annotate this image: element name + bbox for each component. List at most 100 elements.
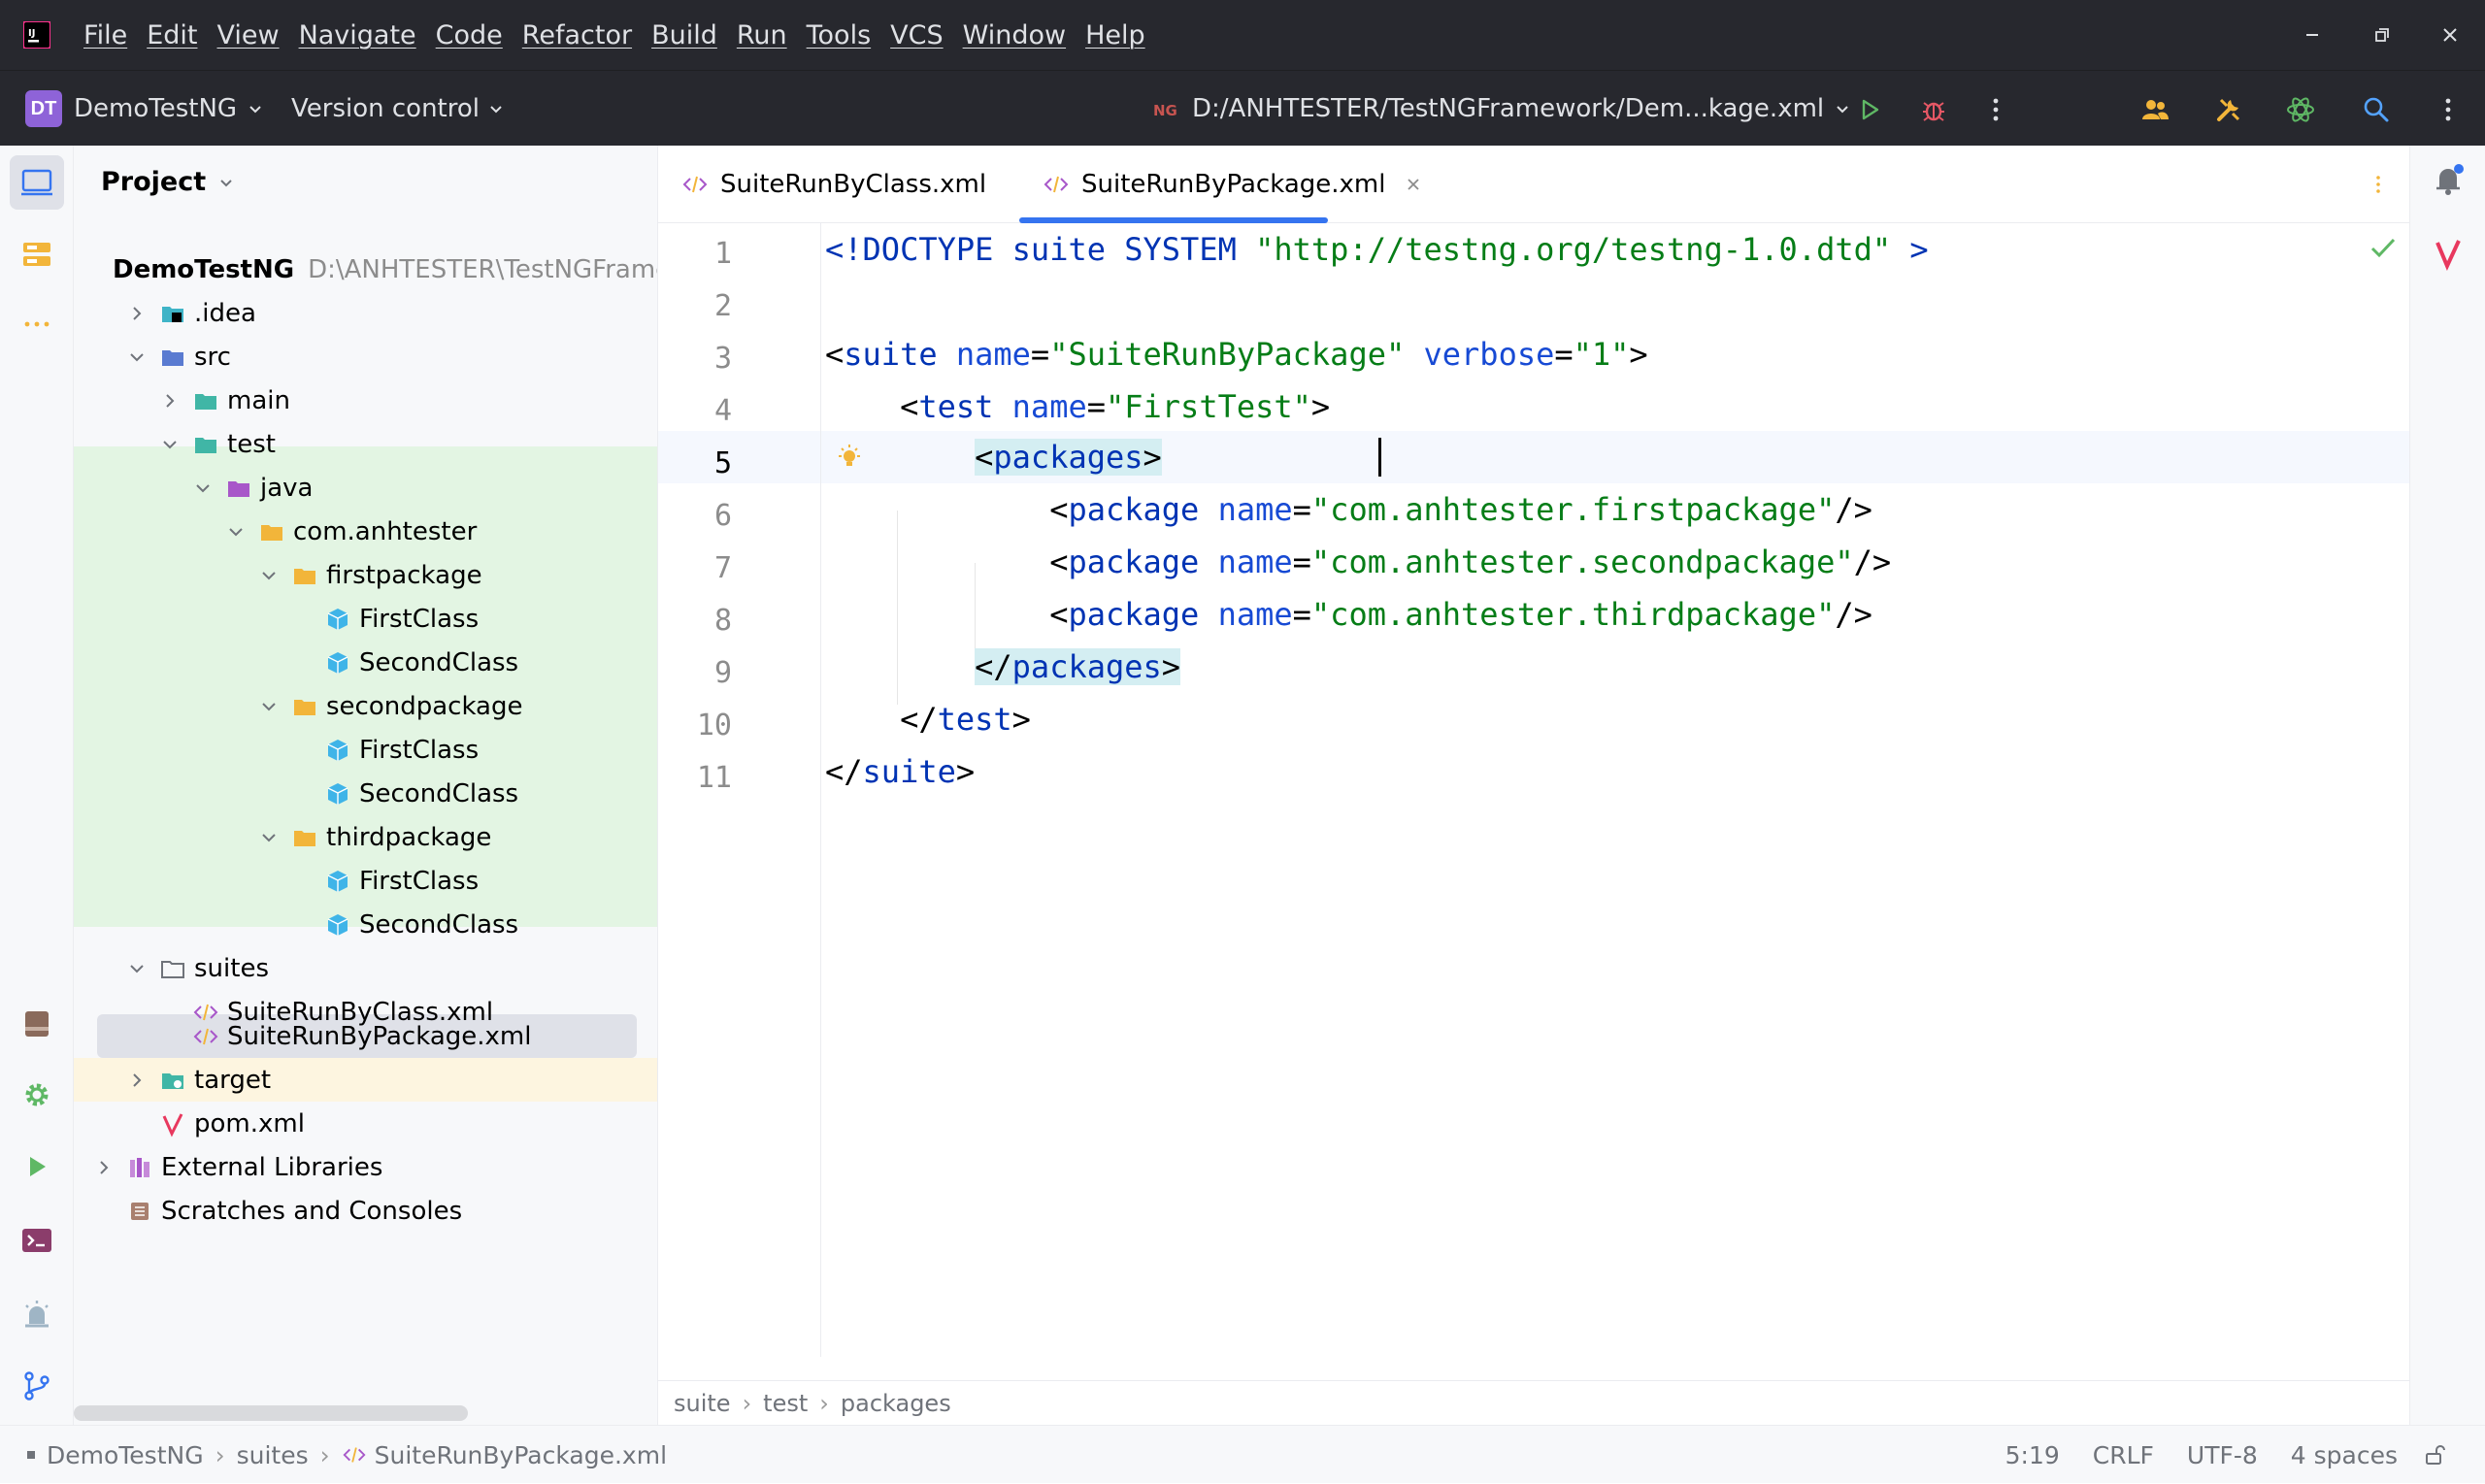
chevron-down-icon[interactable] [258, 696, 280, 717]
structure-tool-icon[interactable] [17, 235, 56, 274]
chevron-down-icon[interactable] [159, 434, 181, 455]
more-tools-icon[interactable] [17, 305, 56, 344]
tree-item-pom[interactable]: pom.xml [74, 1102, 657, 1145]
ai-assistant-icon[interactable] [2285, 94, 2316, 125]
menu-run[interactable]: Run [737, 20, 787, 50]
settings-menu-icon[interactable] [2433, 94, 2464, 125]
project-tool-icon[interactable] [17, 163, 56, 202]
breadcrumb-item[interactable]: packages [841, 1390, 951, 1417]
tree-item-src[interactable]: src [74, 335, 657, 379]
code-line[interactable]: <test name="FirstTest"> [825, 380, 1330, 433]
breadcrumb-item[interactable]: suite [674, 1390, 731, 1417]
debug-icon[interactable] [1918, 94, 1949, 125]
chevron-down-icon[interactable] [126, 958, 148, 979]
tree-item-class[interactable]: FirstClass [74, 597, 657, 641]
code-line[interactable]: <package name="com.anhtester.thirdpackag… [825, 588, 1872, 641]
tree-item-thirdpackage[interactable]: thirdpackage [74, 815, 657, 859]
menu-window[interactable]: Window [963, 20, 1066, 50]
menu-edit[interactable]: Edit [147, 20, 197, 50]
tree-item-target[interactable]: target [74, 1058, 657, 1102]
maven-tool-icon[interactable] [2430, 235, 2467, 272]
menu-code[interactable]: Code [436, 20, 503, 50]
chevron-right-icon[interactable] [126, 303, 148, 324]
search-icon[interactable] [2361, 94, 2392, 125]
minimize-icon[interactable] [2299, 21, 2326, 49]
version-control-widget[interactable]: Version control [291, 90, 507, 127]
tree-item-class[interactable]: FirstClass [74, 859, 657, 903]
git-branch-icon[interactable] [17, 1367, 56, 1405]
file-encoding[interactable]: UTF-8 [2187, 1441, 2258, 1469]
chevron-down-icon[interactable] [126, 346, 148, 368]
tree-item-demotestng[interactable]: DemoTestNG D:\ANHTESTER\TestNGFramework [74, 247, 657, 291]
tree-item-xml-file-selected[interactable]: SuiteRunByPackage.xml [74, 1014, 657, 1058]
code-line[interactable]: </test> [825, 693, 1031, 745]
tree-item-class[interactable]: SecondClass [74, 903, 657, 946]
status-path-item[interactable]: DemoTestNG [47, 1441, 204, 1469]
close-window-icon[interactable] [2436, 21, 2464, 49]
tree-item-class[interactable]: SecondClass [74, 772, 657, 815]
restore-icon[interactable] [2369, 21, 2396, 49]
tree-item-firstpackage[interactable]: firstpackage [74, 553, 657, 597]
menu-tools[interactable]: Tools [807, 20, 872, 50]
menu-refactor[interactable]: Refactor [522, 20, 632, 50]
menu-file[interactable]: File [83, 20, 127, 50]
tree-item-com-anhtester[interactable]: com.anhtester [74, 510, 657, 553]
chevron-right-icon[interactable] [93, 1157, 115, 1178]
no-problems-check-icon[interactable] [2369, 233, 2398, 262]
line-separator[interactable]: CRLF [2093, 1441, 2154, 1469]
menu-view[interactable]: View [216, 20, 279, 50]
status-path-item[interactable]: SuiteRunByPackage.xml [375, 1441, 667, 1469]
intellij-logo-icon[interactable]: IJ [23, 21, 50, 49]
menu-build[interactable]: Build [651, 20, 717, 50]
tab-suiterunbypackage[interactable]: SuiteRunByPackage.xml [1043, 146, 1424, 223]
indent-setting[interactable]: 4 spaces [2291, 1441, 2398, 1469]
lock-icon[interactable] [2423, 1443, 2446, 1467]
run-icon[interactable] [1854, 94, 1885, 125]
status-path-item[interactable]: suites [237, 1441, 309, 1469]
code-line-current[interactable]: <packages> [825, 431, 1162, 483]
tree-item-java[interactable]: java [74, 466, 657, 510]
terminal-tool-icon[interactable] [17, 1221, 56, 1260]
horizontal-scrollbar[interactable] [74, 1405, 468, 1421]
tree-item-class[interactable]: SecondClass [74, 641, 657, 684]
chevron-down-icon[interactable] [192, 478, 214, 499]
code-line[interactable]: </packages> [825, 641, 1181, 693]
menu-vcs[interactable]: VCS [890, 20, 943, 50]
notifications-bell-icon[interactable] [2430, 161, 2467, 198]
chevron-down-icon[interactable] [258, 827, 280, 848]
code-line[interactable]: <!DOCTYPE suite SYSTEM "http://testng.or… [825, 223, 1929, 276]
tree-item-suites[interactable]: suites [74, 946, 657, 990]
tree-item-main[interactable]: main [74, 379, 657, 422]
caret-position[interactable]: 5:19 [2005, 1441, 2060, 1469]
menu-help[interactable]: Help [1085, 20, 1145, 50]
tree-item-idea[interactable]: .idea [74, 291, 657, 335]
tab-suiterunbyclass[interactable]: SuiteRunByClass.xml [681, 146, 986, 223]
chevron-right-icon[interactable] [159, 390, 181, 412]
close-tab-icon[interactable] [1403, 174, 1424, 195]
code-line[interactable]: <suite name="SuiteRunByPackage" verbose=… [825, 328, 1648, 380]
project-widget[interactable]: DT DemoTestNG [25, 90, 266, 127]
tree-item-scratches[interactable]: Scratches and Consoles [74, 1189, 657, 1233]
code-line[interactable]: <package name="com.anhtester.secondpacka… [825, 536, 1891, 588]
chevron-right-icon[interactable] [126, 1070, 148, 1091]
code-with-me-icon[interactable] [2139, 94, 2170, 125]
run-tool-icon[interactable] [17, 1147, 56, 1186]
tab-options-icon[interactable] [2367, 173, 2390, 196]
run-configuration-selector[interactable]: NG D:/ANHTESTER/TestNGFramework/Dem...ka… [1151, 90, 1853, 127]
menu-navigate[interactable]: Navigate [299, 20, 416, 50]
chevron-down-icon[interactable] [225, 521, 247, 543]
chevron-down-icon[interactable] [258, 565, 280, 586]
services-gear-icon[interactable] [17, 1075, 56, 1114]
tree-item-test[interactable]: test [74, 422, 657, 466]
breadcrumb-item[interactable]: test [763, 1390, 808, 1417]
problems-tool-icon[interactable] [17, 1295, 56, 1334]
tree-item-external-libraries[interactable]: External Libraries [74, 1145, 657, 1189]
tree-item-secondpackage[interactable]: secondpackage [74, 684, 657, 728]
more-actions-icon[interactable] [1980, 94, 2011, 125]
build-tools-icon[interactable] [2213, 94, 2244, 125]
code-line[interactable]: </suite> [825, 745, 975, 798]
tree-item-class[interactable]: FirstClass [74, 728, 657, 772]
project-panel-header[interactable]: Project [101, 167, 237, 197]
bookmarks-tool-icon[interactable] [17, 1004, 56, 1042]
code-line[interactable]: <package name="com.anhtester.firstpackag… [825, 483, 1872, 536]
